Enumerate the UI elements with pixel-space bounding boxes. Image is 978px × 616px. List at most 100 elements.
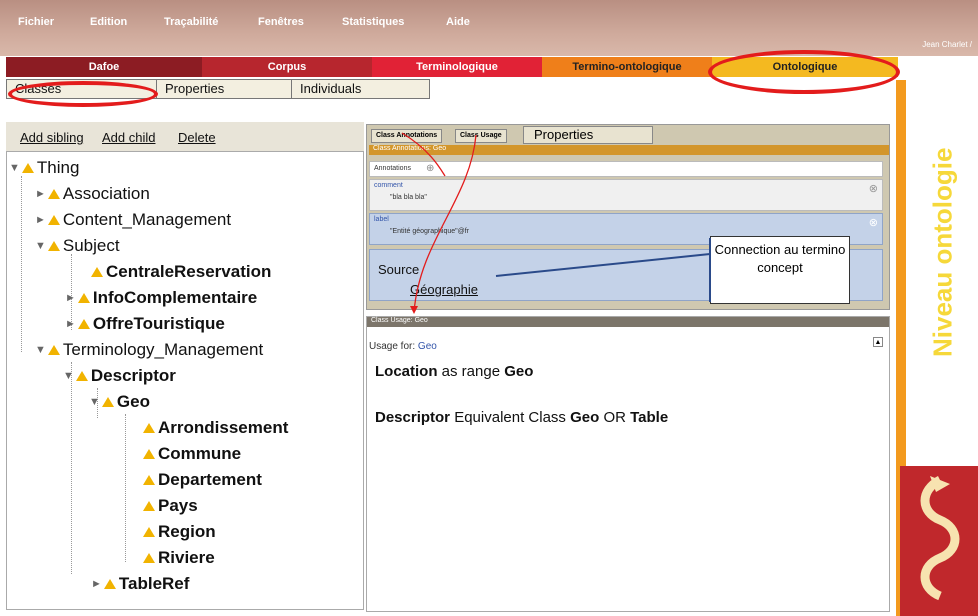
tree-node-label: Riviere: [158, 548, 215, 567]
dragon-logo: [900, 466, 978, 616]
usage-text: Equivalent Class: [450, 409, 571, 426]
usage-header: Class Usage: Geo: [367, 317, 889, 327]
tree-node-thing[interactable]: ▼ Thing: [9, 158, 79, 178]
subtab-individuals[interactable]: Individuals: [292, 80, 430, 98]
tree-node-label: Content_Management: [62, 210, 232, 229]
usage-for: Usage for: Geo: [369, 341, 437, 352]
collapse-icon[interactable]: ▼: [35, 344, 46, 356]
class-icon: [143, 501, 155, 511]
class-icon: [103, 579, 116, 589]
class-tree: ▼ Thing ► Association ► Content_Management …: [6, 152, 364, 610]
tree-node-arrondissement[interactable]: Arrondissement: [143, 418, 288, 438]
collapse-icon[interactable]: ▼: [35, 240, 46, 252]
tab-corpus[interactable]: Corpus: [202, 57, 372, 77]
class-icon: [143, 527, 155, 537]
collapse-icon[interactable]: ▼: [89, 396, 100, 408]
tree-node-descriptor[interactable]: ▼ Descriptor: [63, 366, 176, 386]
tab-properties[interactable]: Properties: [523, 126, 653, 144]
add-child-link[interactable]: Add child: [102, 130, 155, 145]
tree-node-geo[interactable]: ▼ Geo: [89, 392, 150, 412]
annotations-row: Annotations ⊕: [369, 161, 883, 177]
tree-node-pays[interactable]: Pays: [143, 496, 198, 516]
tree-connector: [125, 414, 126, 562]
add-annotation-icon[interactable]: ⊕: [426, 163, 434, 174]
tab-class-usage[interactable]: Class Usage: [455, 129, 507, 143]
menu-fenetres[interactable]: Fenêtres: [258, 16, 304, 28]
tree-node-subject[interactable]: ▼ Subject: [35, 236, 120, 256]
class-icon: [47, 215, 60, 225]
delete-link[interactable]: Delete: [178, 130, 216, 145]
class-icon: [21, 163, 34, 173]
subtab-properties[interactable]: Properties: [157, 80, 292, 98]
tab-dafoe[interactable]: Dafoe: [6, 57, 202, 77]
class-icon: [143, 449, 155, 459]
highlight-oval-ontologique: [708, 50, 900, 94]
expand-icon[interactable]: ►: [91, 578, 102, 590]
tab-class-annotations[interactable]: Class Annotations: [371, 129, 443, 143]
tree-node-label: Subject: [62, 236, 120, 255]
tree-node-label: Region: [158, 522, 216, 541]
tree-node-label: Pays: [158, 496, 198, 515]
usage-text: as range: [437, 363, 505, 380]
class-icon: [91, 267, 103, 277]
menu-fichier[interactable]: Fichier: [18, 16, 54, 28]
menu-tracabilite[interactable]: Traçabilité: [164, 16, 218, 28]
class-icon: [143, 423, 155, 433]
tree-connector: [71, 362, 72, 574]
tree-node-offretouristique[interactable]: ► OffreTouristique: [65, 314, 225, 334]
collapse-icon[interactable]: ▼: [9, 162, 20, 174]
add-sibling-link[interactable]: Add sibling: [20, 130, 84, 145]
tree-node-label: Descriptor: [90, 366, 176, 385]
tree-node-label: Thing: [36, 158, 80, 177]
tree-node-label: Geo: [116, 392, 150, 411]
source-value: Géographie: [410, 282, 478, 297]
tree-node-content-management[interactable]: ► Content_Management: [35, 210, 231, 230]
tab-terminologique[interactable]: Terminologique: [372, 57, 542, 77]
tree-node-label: Association: [62, 184, 150, 203]
tree-node-infocomplementaire[interactable]: ► InfoComplementaire: [65, 288, 257, 308]
expand-icon[interactable]: ►: [35, 188, 46, 200]
collapse-icon[interactable]: ▼: [63, 370, 74, 382]
tree-node-association[interactable]: ► Association: [35, 184, 150, 204]
tree-node-region[interactable]: Region: [143, 522, 216, 542]
tree-node-centralereservation[interactable]: CentraleReservation: [91, 262, 271, 282]
usage-term: Table: [630, 409, 669, 426]
class-icon: [47, 189, 60, 199]
usage-term: Geo: [504, 363, 534, 380]
panel-header: Class Annotations: Geo: [369, 145, 889, 155]
comment-annotation[interactable]: comment "bla bla bla" ⊗: [369, 179, 883, 211]
user-name: Jean Charlet /: [922, 40, 972, 49]
tree-toolbar: Add sibling Add child Delete: [6, 122, 364, 152]
usage-line-1: Location as range Geo: [375, 363, 533, 380]
expand-icon[interactable]: ►: [35, 214, 46, 226]
tree-node-label: InfoComplementaire: [92, 288, 258, 307]
tree-node-terminology-management[interactable]: ▼ Terminology_Management: [35, 340, 263, 360]
scroll-up-icon[interactable]: ▲: [873, 337, 883, 347]
comment-value: "bla bla bla": [390, 194, 427, 201]
niveau-ontologie-label: Niveau ontologie: [927, 147, 958, 357]
menu-statistiques[interactable]: Statistiques: [342, 16, 404, 28]
expand-icon[interactable]: ►: [65, 318, 76, 330]
expand-icon[interactable]: ►: [65, 292, 76, 304]
tree-node-riviere[interactable]: Riviere: [143, 548, 215, 568]
tree-node-departement[interactable]: Departement: [143, 470, 262, 490]
tree-node-label: CentraleReservation: [106, 262, 272, 281]
usage-for-value[interactable]: Geo: [418, 341, 437, 352]
delete-icon[interactable]: ⊗: [869, 182, 878, 195]
menu-edition[interactable]: Edition: [90, 16, 127, 28]
tree-node-commune[interactable]: Commune: [143, 444, 241, 464]
tree-node-tableref[interactable]: ► TableRef: [91, 574, 189, 594]
menu-aide[interactable]: Aide: [446, 16, 470, 28]
usage-text: OR: [599, 409, 631, 426]
usage-for-label: Usage for:: [369, 341, 416, 352]
annotations-label: Annotations: [374, 165, 411, 172]
class-icon: [101, 397, 114, 407]
delete-icon[interactable]: ⊗: [869, 216, 878, 229]
tab-termino-ontologique[interactable]: Termino-ontologique: [542, 57, 712, 77]
class-icon: [77, 293, 90, 303]
screenshot: Fichier Edition Traçabilité Fenêtres Sta…: [0, 0, 978, 616]
tree-node-label: OffreTouristique: [92, 314, 225, 333]
class-icon: [47, 345, 60, 355]
tree-node-label: TableRef: [118, 574, 190, 593]
label-label: label: [374, 216, 389, 223]
